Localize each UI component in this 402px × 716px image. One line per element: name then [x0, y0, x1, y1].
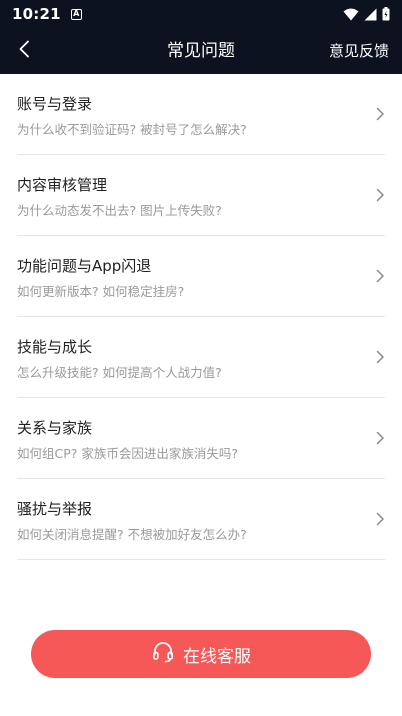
faq-item-content-review[interactable]: 内容审核管理 为什么动态发不出去? 图片上传失败?	[17, 155, 385, 236]
faq-list: 账号与登录 为什么收不到验证码? 被封号了怎么解决? 内容审核管理 为什么动态发…	[17, 74, 385, 560]
faq-item-subtitle: 如何组CP? 家族币会因进出家族消失吗?	[17, 446, 239, 461]
faq-item-title: 内容审核管理	[17, 176, 108, 194]
headset-icon	[151, 640, 175, 668]
faq-item-harassment-report[interactable]: 骚扰与举报 如何关闭消息提醒? 不想被加好友怎么办?	[17, 479, 385, 560]
nav-bar: 常见问题 意见反馈	[0, 28, 402, 74]
faq-item-subtitle: 怎么升级技能? 如何提高个人战力值?	[17, 365, 222, 380]
wifi-icon	[343, 8, 359, 21]
faq-item-title: 骚扰与举报	[17, 500, 93, 518]
faq-item-relations-family[interactable]: 关系与家族 如何组CP? 家族币会因进出家族消失吗?	[17, 398, 385, 479]
chevron-right-icon	[376, 350, 384, 364]
notification-icon: A	[70, 8, 82, 20]
faq-item-title: 账号与登录	[17, 95, 93, 113]
chevron-right-icon	[376, 269, 384, 283]
faq-item-subtitle: 如何更新版本? 如何稳定挂房?	[17, 284, 185, 299]
status-bar: 10:21 A	[0, 0, 402, 28]
faq-item-title: 功能问题与App闪退	[17, 257, 152, 275]
faq-item-app-issues[interactable]: 功能问题与App闪退 如何更新版本? 如何稳定挂房?	[17, 236, 385, 317]
faq-item-subtitle: 为什么收不到验证码? 被封号了怎么解决?	[17, 122, 247, 137]
chevron-right-icon	[376, 512, 384, 526]
faq-item-skills-growth[interactable]: 技能与成长 怎么升级技能? 如何提高个人战力值?	[17, 317, 385, 398]
faq-item-subtitle: 为什么动态发不出去? 图片上传失败?	[17, 203, 222, 218]
online-service-label: 在线客服	[183, 646, 251, 667]
chevron-right-icon	[376, 107, 384, 121]
battery-icon	[382, 7, 390, 21]
signal-icon	[364, 8, 377, 21]
feedback-button[interactable]: 意见反馈	[329, 28, 389, 74]
chevron-right-icon	[376, 188, 384, 202]
online-service-button[interactable]: 在线客服	[31, 630, 371, 678]
faq-item-account-login[interactable]: 账号与登录 为什么收不到验证码? 被封号了怎么解决?	[17, 74, 385, 155]
faq-item-title: 技能与成长	[17, 338, 93, 356]
faq-item-subtitle: 如何关闭消息提醒? 不想被加好友怎么办?	[17, 527, 247, 542]
status-icons	[343, 7, 390, 21]
faq-item-title: 关系与家族	[17, 419, 93, 437]
chevron-right-icon	[376, 431, 384, 445]
status-time: 10:21	[12, 5, 61, 23]
